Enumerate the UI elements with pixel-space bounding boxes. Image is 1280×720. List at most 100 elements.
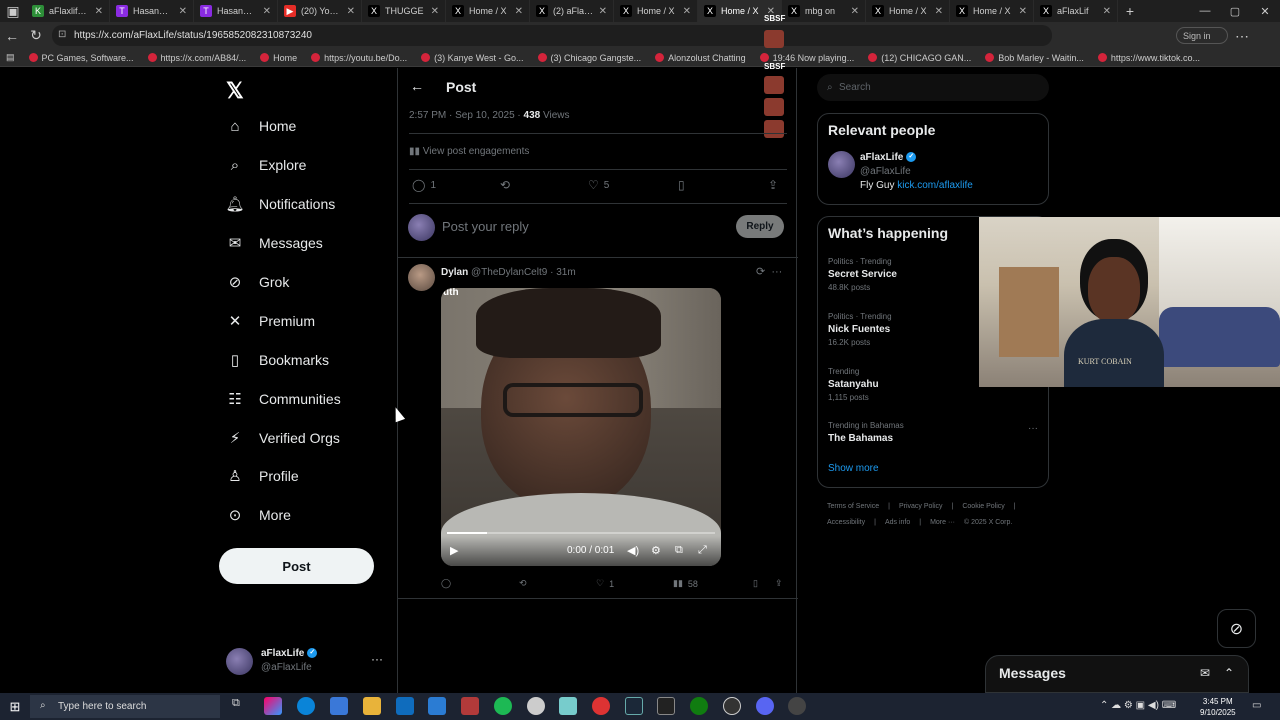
sidebar-item-explore[interactable]: ⌕ Explore — [226, 156, 307, 174]
video-progress-bar[interactable] — [447, 532, 715, 534]
reply-input[interactable]: Post your reply — [442, 219, 529, 234]
footer-link[interactable]: © 2025 X Corp. — [964, 519, 1012, 526]
browser-tab[interactable]: X (2) aFlaxLife ✕ — [530, 0, 614, 22]
sidebar-item-grok[interactable]: ⊘ Grok — [226, 273, 290, 291]
close-tab-icon[interactable]: ✕ — [935, 6, 943, 17]
photos-icon[interactable] — [428, 697, 446, 715]
sidebar-item-premium[interactable]: ✕ Premium — [226, 312, 315, 330]
picture-in-picture-icon[interactable]: ⧉ — [675, 544, 683, 557]
new-tab-button[interactable]: + — [1118, 0, 1142, 23]
back-arrow-icon[interactable]: ← — [410, 78, 424, 94]
grok-icon[interactable]: ⟳ — [756, 266, 765, 278]
footer-link[interactable]: Cookie Policy — [962, 503, 1004, 510]
bookmark-folder-icon[interactable]: ▤ — [0, 52, 22, 63]
messages-drawer[interactable]: Messages ✉ ⌃ — [985, 655, 1249, 693]
refresh-icon[interactable]: ↻ — [24, 24, 48, 48]
bookmark-item[interactable]: Bob Marley - Waitin... — [978, 53, 1091, 63]
app-icon[interactable] — [723, 697, 741, 715]
trend-item[interactable]: Trending in Bahamas The Bahamas — [828, 421, 1038, 447]
bookmark-action[interactable]: ▯ — [753, 578, 758, 589]
more-dots-icon[interactable]: ··· — [371, 652, 383, 666]
browser-tab[interactable]: X Home / X ✕ — [866, 0, 950, 22]
more-dots-icon[interactable]: ··· — [1028, 423, 1038, 434]
browser-tab[interactable]: XaFlaxLif ✕ — [1034, 0, 1118, 22]
repost-action[interactable]: ⟲ — [519, 578, 527, 589]
close-tab-icon[interactable]: ✕ — [431, 6, 439, 17]
taskbar-clock[interactable]: 3:45 PM 9/10/2025 — [1200, 696, 1236, 718]
back-icon[interactable]: ← — [0, 24, 24, 48]
footer-link[interactable]: Ads info — [885, 519, 910, 526]
views-action[interactable]: ▮▮ 58 — [673, 578, 698, 589]
sidebar-item-messages[interactable]: ✉ Messages — [226, 234, 323, 252]
close-tab-icon[interactable]: ✕ — [347, 6, 355, 17]
browser-tab[interactable]: T HasanAbi - ✕ — [110, 0, 194, 22]
copilot-icon[interactable] — [264, 697, 282, 715]
share-action[interactable]: ⇪ — [768, 178, 778, 192]
browser-menu-icon[interactable]: ⋯ — [1230, 24, 1254, 48]
discord-icon[interactable] — [756, 697, 774, 715]
sidebar-item-communities[interactable]: ☷ Communities — [226, 390, 340, 408]
new-message-icon[interactable]: ✉ — [1200, 666, 1210, 680]
url-field[interactable]: ⊡ https://x.com/aFlaxLife/status/1965852… — [52, 25, 1052, 46]
close-tab-icon[interactable]: ✕ — [599, 6, 607, 17]
x-logo-icon[interactable]: 𝕏 — [226, 78, 244, 104]
expand-icon[interactable]: ⌃ — [1224, 666, 1234, 680]
close-tab-icon[interactable]: ✕ — [95, 6, 103, 17]
grok-floating-button[interactable]: ⊘ — [1217, 609, 1256, 648]
avatar[interactable] — [828, 151, 855, 178]
browser-tab[interactable]: Xmbg on ✕ — [782, 0, 866, 22]
close-tab-icon[interactable]: ✕ — [1019, 6, 1027, 17]
sidebar-item-verified-orgs[interactable]: ⚡︎ Verified Orgs — [226, 429, 340, 447]
close-tab-icon[interactable]: ✕ — [515, 6, 523, 17]
close-tab-icon[interactable]: ✕ — [683, 6, 691, 17]
reply-action[interactable]: ◯ 1 — [412, 178, 436, 192]
app-icon[interactable] — [559, 697, 577, 715]
browser-tab[interactable]: T HasanAbi - ✕ — [194, 0, 278, 22]
post-timestamp[interactable]: 2:57 PM · Sep 10, 2025 · — [409, 110, 524, 121]
maximize-button[interactable]: ▢ — [1220, 0, 1250, 22]
bookmark-item[interactable]: Alonzolust Chatting — [648, 53, 753, 63]
tray-icons[interactable]: ⌃ ☁ ⚙ ▣ ◀) ⌨ — [1100, 700, 1176, 711]
bookmark-item[interactable]: https://www.tiktok.co... — [1091, 53, 1207, 63]
edge-browser-icon[interactable] — [297, 697, 315, 715]
sidebar-item-more[interactable]: ⊙ More — [226, 506, 291, 524]
bookmark-item[interactable]: (12) CHICAGO GAN... — [861, 53, 978, 63]
play-icon[interactable]: ▶ — [450, 544, 458, 557]
browser-tab[interactable]: X Home / X ✕ — [446, 0, 530, 22]
like-action[interactable]: ♡ 5 — [588, 178, 609, 192]
xbox-icon[interactable] — [690, 697, 708, 715]
minimize-button[interactable]: — — [1190, 0, 1220, 22]
footer-link[interactable]: More ··· — [930, 519, 955, 526]
windows-start-icon[interactable]: ⊞ — [0, 693, 30, 720]
outlook-icon[interactable] — [396, 697, 414, 715]
like-action[interactable]: ♡ 1 — [596, 578, 614, 589]
app-icon[interactable] — [788, 697, 806, 715]
epic-games-icon[interactable] — [657, 697, 675, 715]
footer-link[interactable]: Privacy Policy — [899, 503, 943, 510]
app-icon[interactable] — [461, 697, 479, 715]
bookmark-item[interactable]: https://youtu.be/Do... — [304, 53, 414, 63]
view-engagements-link[interactable]: ▮▮ View post engagements — [409, 146, 529, 157]
app-icon[interactable] — [527, 697, 545, 715]
avatar[interactable] — [408, 264, 435, 291]
sign-in-button[interactable]: Sign in — [1176, 27, 1228, 44]
more-dots-icon[interactable]: ··· — [771, 266, 782, 278]
tab-actions-icon[interactable]: ▣ — [0, 0, 26, 23]
bookmark-item[interactable]: Home — [253, 53, 304, 63]
browser-tab[interactable]: X Home / X ✕ — [614, 0, 698, 22]
bookmark-item[interactable]: (3) Kanye West - Go... — [414, 53, 530, 63]
bookmark-item[interactable]: 19:46 Now playing... — [753, 53, 862, 63]
footer-link[interactable]: Terms of Service — [827, 503, 879, 510]
browser-tab[interactable]: ▶ (20) YouTube ✕ — [278, 0, 362, 22]
post-button[interactable]: Post — [219, 548, 374, 584]
file-explorer-icon[interactable] — [363, 697, 381, 715]
bookmark-action[interactable]: ▯ — [678, 178, 685, 192]
tweet-author-name[interactable]: Dylan — [441, 267, 468, 278]
close-tab-icon[interactable]: ✕ — [263, 6, 271, 17]
settings-gear-icon[interactable]: ⚙ — [651, 544, 661, 557]
taskbar-search[interactable]: ⌕ Type here to search — [30, 695, 220, 718]
steam-icon[interactable] — [625, 697, 643, 715]
close-tab-icon[interactable]: ✕ — [851, 6, 859, 17]
task-view-icon[interactable]: ⧉ — [232, 697, 250, 715]
store-icon[interactable] — [330, 697, 348, 715]
